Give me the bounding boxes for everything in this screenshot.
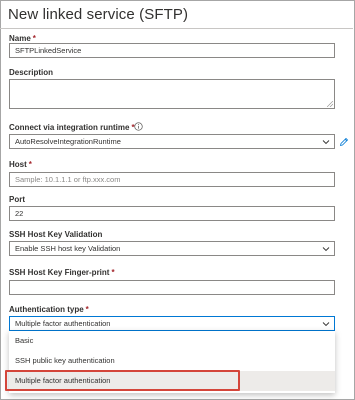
host-input[interactable]: Sample: 10.1.1.1 or ftp.xxx.com: [9, 172, 335, 187]
fingerprint-input[interactable]: [9, 280, 335, 295]
port-input[interactable]: 22: [9, 206, 335, 221]
chevron-down-icon: [322, 247, 330, 252]
pencil-icon[interactable]: [339, 137, 349, 147]
description-textarea[interactable]: [9, 79, 335, 109]
resize-handle-icon[interactable]: [327, 101, 333, 107]
title-divider: [0, 28, 353, 29]
required-mark: *: [85, 305, 89, 314]
auth-option-basic[interactable]: Basic: [9, 331, 335, 351]
panel-title: New linked service (SFTP): [8, 6, 189, 23]
auth-type-value: Multiple factor authentication: [15, 319, 111, 328]
info-icon[interactable]: [134, 122, 143, 131]
name-label-text: Name: [9, 34, 31, 43]
required-mark: *: [32, 34, 36, 43]
chevron-down-icon: [322, 140, 330, 145]
runtime-select[interactable]: AutoResolveIntegrationRuntime: [9, 134, 335, 149]
chevron-down-icon: [322, 322, 330, 327]
highlight-box: [5, 370, 240, 391]
fingerprint-label: SSH Host Key Finger-print *: [9, 268, 115, 277]
runtime-select-value: AutoResolveIntegrationRuntime: [15, 137, 121, 146]
description-label: Description: [9, 68, 54, 77]
ssh-validation-value: Enable SSH host key Validation: [15, 244, 121, 253]
runtime-label-text: Connect via integration runtime: [9, 123, 130, 132]
port-label: Port: [9, 195, 25, 204]
ssh-validation-select[interactable]: Enable SSH host key Validation: [9, 241, 335, 256]
auth-option-ssh-public-key[interactable]: SSH public key authentication: [9, 351, 335, 371]
host-label: Host *: [9, 160, 32, 169]
name-input[interactable]: SFTPLinkedService: [9, 43, 335, 58]
ssh-validation-label: SSH Host Key Validation: [9, 230, 103, 239]
required-mark: *: [28, 160, 32, 169]
auth-type-label: Authentication type *: [9, 305, 89, 314]
auth-type-label-text: Authentication type: [9, 305, 84, 314]
fingerprint-label-text: SSH Host Key Finger-print: [9, 268, 110, 277]
host-label-text: Host: [9, 160, 27, 169]
required-mark: *: [111, 268, 115, 277]
runtime-label: Connect via integration runtime *: [9, 123, 135, 132]
name-label: Name *: [9, 34, 36, 43]
auth-type-select[interactable]: Multiple factor authentication: [9, 316, 335, 331]
